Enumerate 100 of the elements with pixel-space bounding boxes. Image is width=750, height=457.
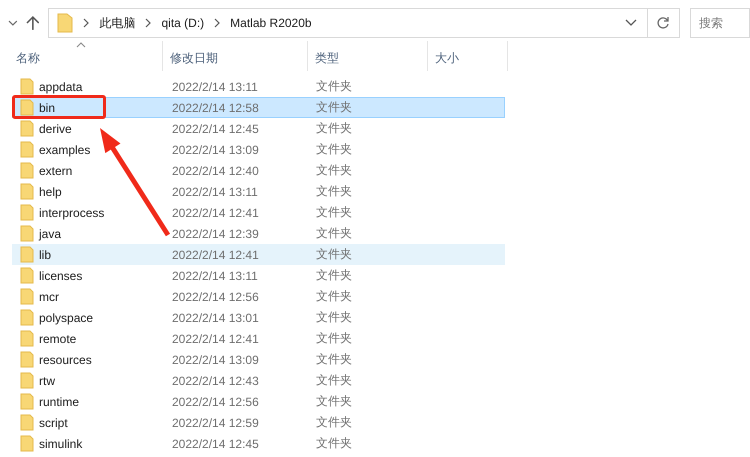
file-row[interactable]: interprocess 2022/2/14 12:41 文件夹	[12, 202, 505, 223]
column-header[interactable]: 大小	[428, 41, 508, 71]
file-name: appdata	[39, 80, 82, 94]
file-name: polyspace	[39, 310, 94, 324]
file-row[interactable]: remote 2022/2/14 12:41 文件夹	[12, 328, 505, 349]
modified-date: 2022/2/14 12:43	[171, 374, 260, 388]
file-type: 文件夹	[315, 120, 352, 137]
file-row[interactable]: examples 2022/2/14 13:09 文件夹	[12, 139, 505, 160]
modified-date: 2022/2/14 12:39	[171, 226, 260, 240]
modified-date: 2022/2/14 12:41	[171, 248, 260, 262]
file-name: lib	[39, 248, 52, 262]
file-type: 文件夹	[315, 141, 352, 158]
file-type: 文件夹	[315, 225, 352, 242]
refresh-button[interactable]	[648, 8, 680, 38]
chevron-right-icon	[83, 18, 90, 28]
file-type: 文件夹	[315, 435, 352, 452]
modified-date: 2022/2/14 13:11	[171, 268, 259, 282]
folder-icon	[20, 288, 34, 305]
folder-icon	[20, 78, 34, 95]
file-name: java	[39, 226, 62, 240]
file-row[interactable]: java 2022/2/14 12:39 文件夹	[12, 223, 505, 244]
folder-icon	[57, 13, 74, 33]
file-type: 文件夹	[315, 288, 352, 305]
folder-icon	[20, 372, 34, 389]
chevron-right-icon	[145, 18, 152, 28]
file-type: 文件夹	[315, 267, 352, 284]
file-name: simulink	[39, 436, 82, 450]
file-row[interactable]: derive 2022/2/14 12:45 文件夹	[12, 118, 505, 139]
address-bar[interactable]: 此电脑 qita (D:) Matlab R2020b	[48, 8, 648, 38]
file-row[interactable]: licenses 2022/2/14 13:11 文件夹	[12, 265, 505, 286]
folder-icon	[20, 141, 34, 158]
up-arrow-icon[interactable]	[26, 15, 40, 31]
file-name: derive	[39, 122, 72, 136]
modified-date: 2022/2/14 12:58	[171, 100, 260, 114]
refresh-icon	[656, 16, 670, 30]
folder-icon	[20, 393, 34, 410]
file-row[interactable]: mcr 2022/2/14 12:56 文件夹	[12, 286, 505, 307]
column-header[interactable]: 类型	[308, 41, 428, 71]
column-header[interactable]: 修改日期	[163, 41, 308, 71]
modified-date: 2022/2/14 12:40	[171, 164, 260, 178]
folder-icon	[20, 267, 34, 284]
breadcrumb[interactable]: Matlab R2020b	[230, 16, 312, 30]
modified-date: 2022/2/14 13:09	[171, 142, 260, 156]
file-type: 文件夹	[315, 246, 352, 263]
file-type: 文件夹	[315, 99, 352, 116]
folder-icon	[20, 330, 34, 347]
modified-date: 2022/2/14 13:09	[171, 352, 260, 366]
folder-icon	[20, 225, 34, 242]
file-row[interactable]: lib 2022/2/14 12:41 文件夹	[12, 244, 505, 265]
file-type: 文件夹	[315, 162, 352, 179]
file-type: 文件夹	[315, 204, 352, 221]
search-field[interactable]: 搜索	[690, 8, 750, 38]
file-row[interactable]: appdata 2022/2/14 13:11 文件夹	[12, 76, 505, 97]
modified-date: 2022/2/14 13:11	[171, 184, 259, 198]
file-name: help	[39, 184, 62, 198]
file-name: mcr	[39, 290, 59, 304]
modified-date: 2022/2/14 13:11	[171, 80, 259, 94]
file-type: 文件夹	[315, 372, 352, 389]
modified-date: 2022/2/14 13:01	[171, 310, 260, 324]
file-type: 文件夹	[315, 414, 352, 431]
file-name: examples	[39, 142, 90, 156]
file-type: 文件夹	[315, 351, 352, 368]
file-name: rtw	[39, 374, 55, 388]
modified-date: 2022/2/14 12:41	[171, 206, 260, 220]
file-row[interactable]: extern 2022/2/14 12:40 文件夹	[12, 160, 505, 181]
column-header[interactable]: 名称	[0, 41, 163, 71]
file-name: interprocess	[39, 206, 104, 220]
file-type: 文件夹	[315, 183, 352, 200]
file-row[interactable]: resources 2022/2/14 13:09 文件夹	[12, 349, 505, 370]
file-name: resources	[39, 352, 92, 366]
folder-icon	[20, 414, 34, 431]
chevron-down-icon[interactable]	[624, 19, 637, 27]
file-row[interactable]: runtime 2022/2/14 12:56 文件夹	[12, 391, 505, 412]
file-row[interactable]: bin 2022/2/14 12:58 文件夹	[12, 97, 505, 118]
modified-date: 2022/2/14 12:56	[171, 290, 260, 304]
chevron-down-icon[interactable]	[8, 20, 18, 26]
file-row[interactable]: simulink 2022/2/14 12:45 文件夹	[12, 433, 505, 454]
file-name: extern	[39, 164, 72, 178]
modified-date: 2022/2/14 12:45	[171, 122, 260, 136]
breadcrumb[interactable]: 此电脑	[99, 14, 136, 32]
file-type: 文件夹	[315, 330, 352, 347]
file-type: 文件夹	[315, 78, 352, 95]
folder-icon	[20, 435, 34, 452]
file-type: 文件夹	[315, 309, 352, 326]
modified-date: 2022/2/14 12:56	[171, 394, 260, 408]
modified-date: 2022/2/14 12:59	[171, 416, 260, 430]
folder-icon	[20, 204, 34, 221]
modified-date: 2022/2/14 12:41	[171, 332, 260, 346]
file-row[interactable]: rtw 2022/2/14 12:43 文件夹	[12, 370, 505, 391]
breadcrumb[interactable]: qita (D:)	[161, 16, 204, 30]
file-name: remote	[39, 332, 76, 346]
file-name: runtime	[39, 394, 80, 408]
folder-icon	[20, 162, 34, 179]
file-row[interactable]: script 2022/2/14 12:59 文件夹	[12, 412, 505, 433]
file-name: licenses	[39, 268, 82, 282]
file-name: bin	[39, 100, 56, 114]
folder-icon	[20, 120, 34, 137]
file-row[interactable]: polyspace 2022/2/14 13:01 文件夹	[12, 307, 505, 328]
file-row[interactable]: help 2022/2/14 13:11 文件夹	[12, 181, 505, 202]
folder-icon	[20, 246, 34, 263]
